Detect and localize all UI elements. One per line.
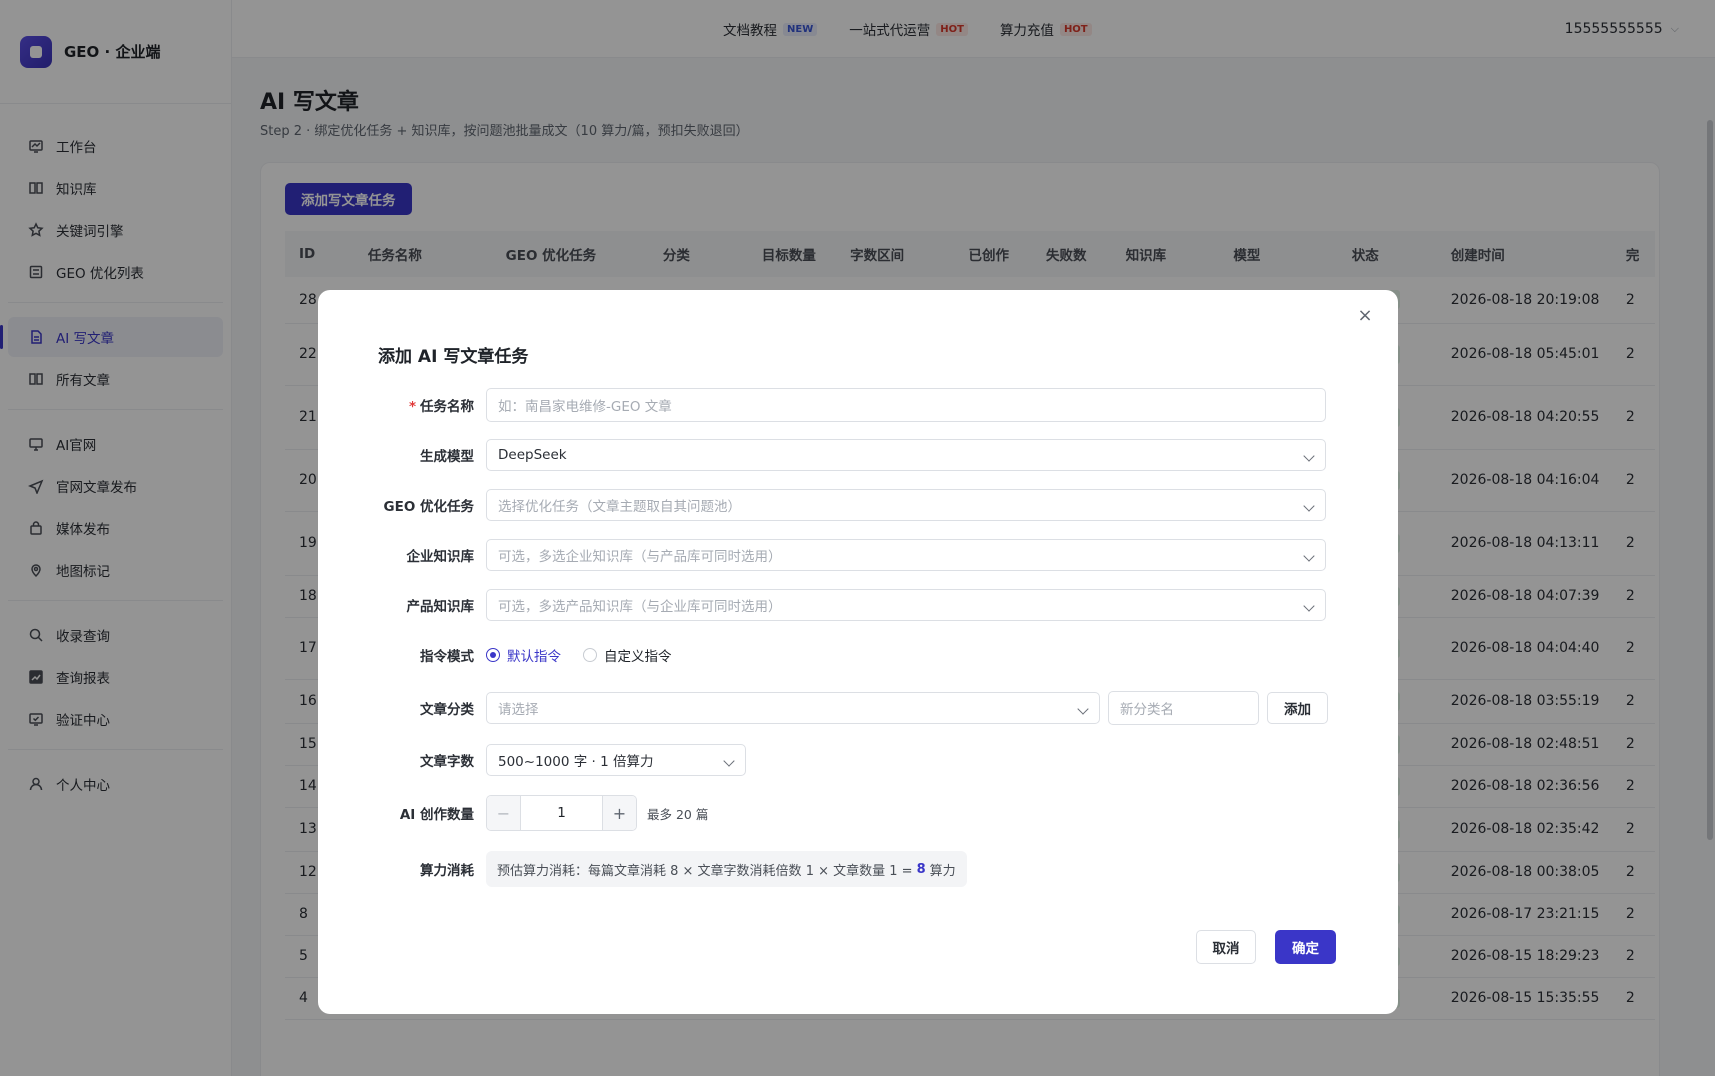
chevron-down-icon [723,755,735,767]
geo-task-placeholder: 选择优化任务（文章主题取自其问题池） [498,499,741,515]
enterprise-kb-select[interactable]: 可选，多选企业知识库（与产品库可同时选用） [486,539,1326,571]
add-category-button[interactable]: 添加 [1267,692,1328,724]
radio-dot [486,648,500,662]
model-label: 生成模型 [420,449,474,465]
category-row: 文章分类 请选择 新分类名 添加 [318,691,1328,725]
add-task-modal: × 添加 AI 写文章任务 * 任务名称 如：南昌家电维修-GEO 文章 生成模型… [318,290,1398,1014]
enterprise-kb-label: 企业知识库 [406,549,475,565]
quantity-stepper: − 1 + [486,795,637,831]
radio-dot [583,648,597,662]
product-kb-placeholder: 可选，多选产品知识库（与企业库可同时选用） [498,599,782,615]
cost-unit: 算力 [929,863,956,879]
chevron-down-icon [1303,600,1315,612]
word-count-select[interactable]: 500~1000 字 · 1 倍算力 [486,744,746,776]
product-kb-row: 产品知识库 可选，多选产品知识库（与企业库可同时选用） [318,589,1326,621]
chevron-down-icon [1077,703,1089,715]
task-name-label: * 任务名称 [318,395,486,415]
geo-task-label: GEO 优化任务 [383,499,474,515]
cost-total: 8 [916,861,926,877]
required-mark: * [408,399,416,415]
word-count-value: 500~1000 字 · 1 倍算力 [498,754,654,770]
task-name-label-text: 任务名称 [420,399,474,415]
task-name-input[interactable]: 如：南昌家电维修-GEO 文章 [486,388,1326,422]
radio-custom-prompt[interactable]: 自定义指令 [583,645,672,665]
model-value: DeepSeek [498,447,567,463]
task-name-row: * 任务名称 如：南昌家电维修-GEO 文章 [318,388,1326,422]
modal-title: 添加 AI 写文章任务 [378,347,529,367]
new-category-input[interactable]: 新分类名 [1108,691,1259,725]
cost-box: 预估算力消耗：每篇文章消耗 8 × 文章字数消耗倍数 1 × 文章数量 1 = … [486,851,967,887]
quantity-value[interactable]: 1 [521,796,602,830]
category-label: 文章分类 [420,702,474,718]
radio-label: 自定义指令 [604,649,672,665]
enterprise-kb-placeholder: 可选，多选企业知识库（与产品库可同时选用） [498,549,782,565]
prompt-mode-row: 指令模式 默认指令 自定义指令 [318,640,694,670]
category-placeholder: 请选择 [498,702,539,718]
model-select[interactable]: DeepSeek [486,439,1326,471]
decrement-button[interactable]: − [487,796,521,830]
geo-task-row: GEO 优化任务 选择优化任务（文章主题取自其问题池） [318,489,1326,521]
product-kb-label: 产品知识库 [406,599,475,615]
chevron-down-icon [1303,550,1315,562]
confirm-button[interactable]: 确定 [1275,930,1336,964]
quantity-label: AI 创作数量 [399,807,474,823]
cost-row: 算力消耗 预估算力消耗：每篇文章消耗 8 × 文章字数消耗倍数 1 × 文章数量… [318,851,967,887]
quantity-row: AI 创作数量 − 1 + 最多 20 篇 [318,795,708,831]
radio-default-prompt[interactable]: 默认指令 [486,645,561,665]
increment-button[interactable]: + [602,796,636,830]
chevron-down-icon [1303,450,1315,462]
enterprise-kb-row: 企业知识库 可选，多选企业知识库（与产品库可同时选用） [318,539,1326,571]
word-count-label: 文章字数 [420,754,474,770]
product-kb-select[interactable]: 可选，多选产品知识库（与企业库可同时选用） [486,589,1326,621]
word-count-row: 文章字数 500~1000 字 · 1 倍算力 [318,744,746,776]
category-select[interactable]: 请选择 [486,692,1100,724]
cancel-button[interactable]: 取消 [1196,930,1256,964]
model-row: 生成模型 DeepSeek [318,439,1326,471]
cost-label: 算力消耗 [420,863,474,879]
prompt-mode-label: 指令模式 [420,649,474,665]
radio-label: 默认指令 [507,649,561,665]
cost-formula: 预估算力消耗：每篇文章消耗 8 × 文章字数消耗倍数 1 × 文章数量 1 = [497,863,913,879]
chevron-down-icon [1303,500,1315,512]
close-icon[interactable]: × [1354,304,1376,326]
quantity-hint: 最多 20 篇 [647,806,709,822]
geo-task-select[interactable]: 选择优化任务（文章主题取自其问题池） [486,489,1326,521]
